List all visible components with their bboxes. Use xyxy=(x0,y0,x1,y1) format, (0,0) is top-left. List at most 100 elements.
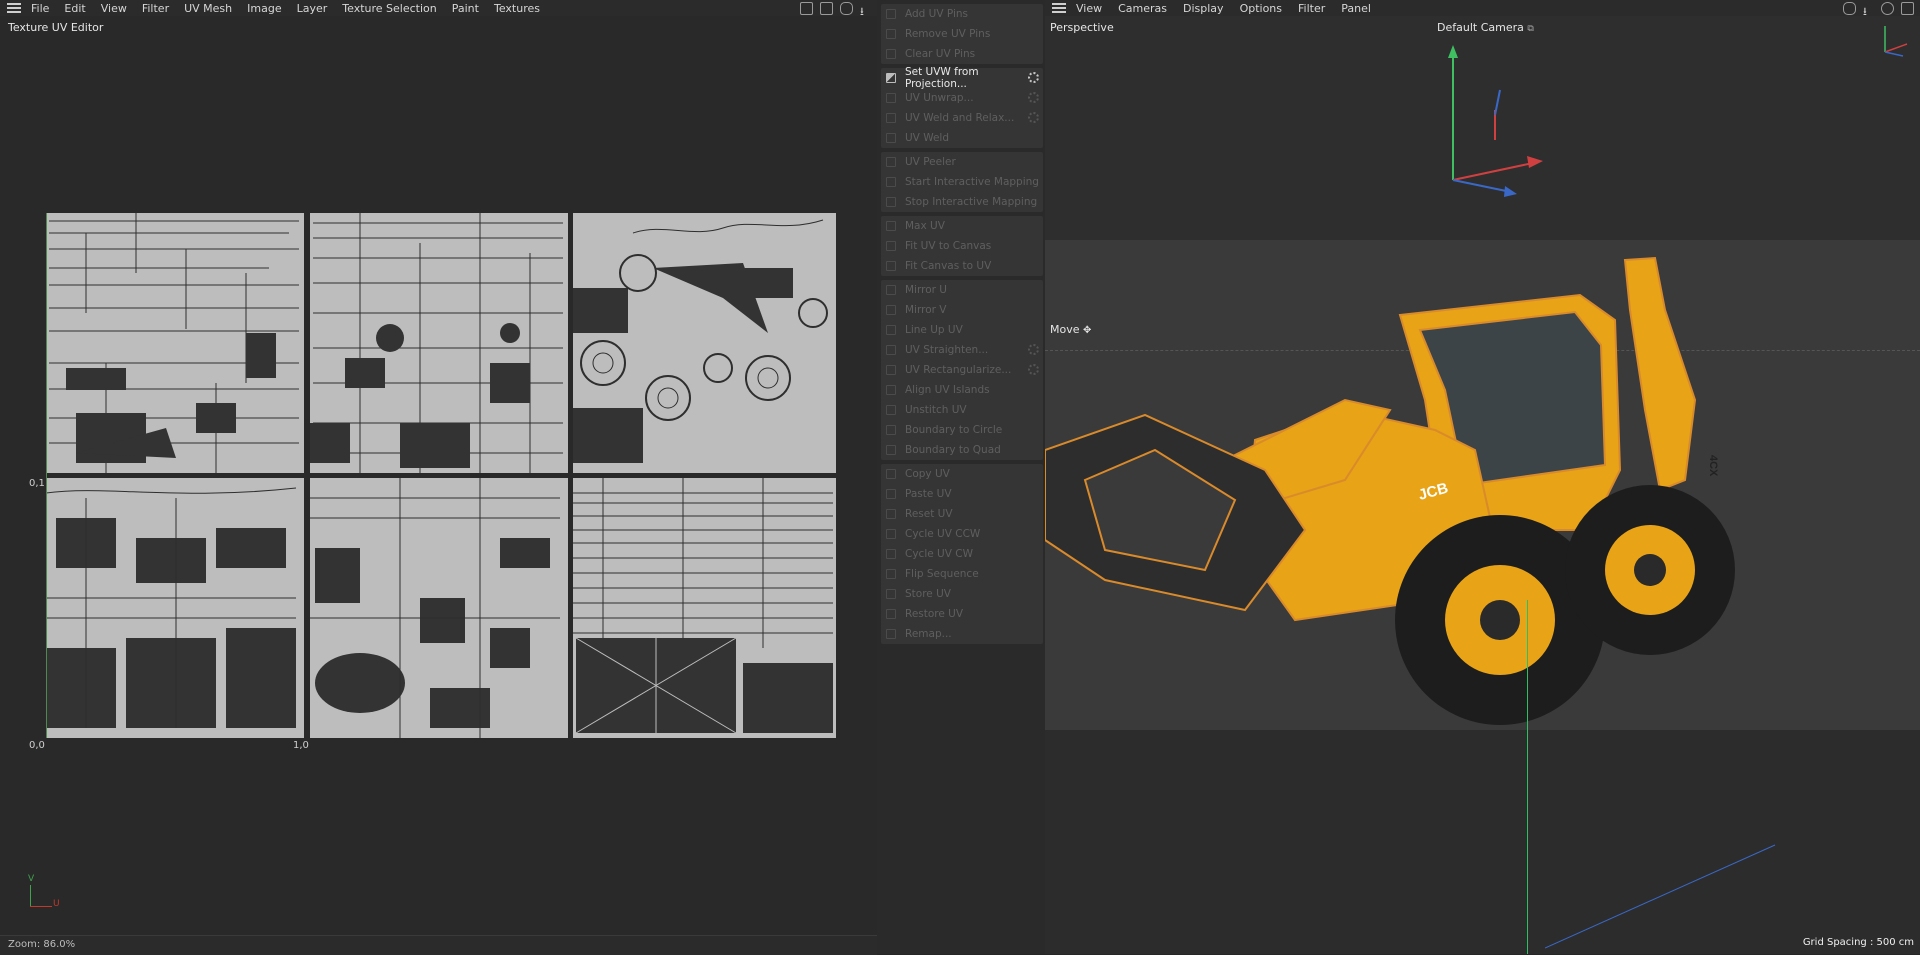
menu-image[interactable]: Image xyxy=(247,2,281,15)
vp-menu-cameras[interactable]: Cameras xyxy=(1118,2,1167,15)
down-arrow-icon[interactable]: ⭳ xyxy=(1863,3,1874,18)
vp-menu-options[interactable]: Options xyxy=(1240,2,1282,15)
command-label: Reset UV xyxy=(905,508,953,520)
uv-tile-1 xyxy=(46,213,304,473)
histogram-icon[interactable] xyxy=(800,1,813,15)
command-fit-canvas-to-uv[interactable]: Fit Canvas to UV xyxy=(881,256,1043,276)
command-cycle-uv-cw[interactable]: Cycle UV CW xyxy=(881,544,1043,564)
command-unstitch-uv[interactable]: Unstitch UV xyxy=(881,400,1043,420)
menu-hamburger-icon[interactable] xyxy=(7,3,21,13)
command-start-interactive-mapping[interactable]: Start Interactive Mapping xyxy=(881,172,1043,192)
gear-icon[interactable] xyxy=(1028,364,1039,375)
backhoe-loader-model[interactable]: JCB 4CX xyxy=(1045,250,1765,730)
command-uv-straighten[interactable]: UV Straighten... xyxy=(881,340,1043,360)
command-uv-unwrap[interactable]: UV Unwrap... xyxy=(881,88,1043,108)
command-boundary-to-quad[interactable]: Boundary to Quad xyxy=(881,440,1043,460)
command-label: Add UV Pins xyxy=(905,8,969,20)
command-label: Mirror V xyxy=(905,304,947,316)
command-icon xyxy=(886,529,896,539)
command-label: Store UV xyxy=(905,588,951,600)
command-icon xyxy=(886,345,896,355)
command-line-up-uv[interactable]: Line Up UV xyxy=(881,320,1043,340)
command-add-uv-pins[interactable]: Add UV Pins xyxy=(881,4,1043,24)
lock-icon[interactable] xyxy=(820,1,833,15)
menu-view[interactable]: View xyxy=(101,2,127,15)
menu-layer[interactable]: Layer xyxy=(297,2,328,15)
model-decal: 4CX xyxy=(1707,455,1719,477)
command-fit-uv-to-canvas[interactable]: Fit UV to Canvas xyxy=(881,236,1043,256)
command-store-uv[interactable]: Store UV xyxy=(881,584,1043,604)
vp-menu-display[interactable]: Display xyxy=(1183,2,1224,15)
command-group: Set UVW from Projection... UV Unwrap... UV… xyxy=(881,66,1043,148)
front-wheel xyxy=(1565,485,1735,655)
gear-icon[interactable] xyxy=(1028,112,1039,123)
command-icon xyxy=(886,325,896,335)
command-icon xyxy=(886,445,896,455)
viewport-hamburger-icon[interactable] xyxy=(1052,3,1066,13)
command-paste-uv[interactable]: Paste UV xyxy=(881,484,1043,504)
command-uv-rectangularize[interactable]: UV Rectangularize... xyxy=(881,360,1043,380)
rotate-icon[interactable] xyxy=(1881,1,1894,15)
command-label: Flip Sequence xyxy=(905,568,979,580)
command-label: Remove UV Pins xyxy=(905,28,991,40)
uv-tile-6 xyxy=(573,478,836,738)
command-label: Boundary to Circle xyxy=(905,424,1003,436)
command-cycle-uv-ccw[interactable]: Cycle UV CCW xyxy=(881,524,1043,544)
maximize-icon[interactable] xyxy=(1901,1,1914,15)
command-icon xyxy=(886,241,896,251)
command-uv-peeler[interactable]: UV Peeler xyxy=(881,152,1043,172)
command-align-uv-islands[interactable]: Align UV Islands xyxy=(881,380,1043,400)
command-flip-sequence[interactable]: Flip Sequence xyxy=(881,564,1043,584)
command-icon xyxy=(886,113,896,123)
command-group: Copy UV Paste UV Reset UV Cycle UV CCW Cycle… xyxy=(881,464,1043,644)
coord-v-label: 0,1 xyxy=(29,478,45,489)
command-set-uvw-from-projection[interactable]: Set UVW from Projection... xyxy=(881,66,1043,90)
command-icon xyxy=(886,93,896,103)
command-mirror-v[interactable]: Mirror V xyxy=(881,300,1043,320)
vp-menu-filter[interactable]: Filter xyxy=(1298,2,1325,15)
command-uv-weld-and-relax[interactable]: UV Weld and Relax... xyxy=(881,108,1043,128)
command-copy-uv[interactable]: Copy UV xyxy=(881,464,1043,484)
vp-menu-view[interactable]: View xyxy=(1076,2,1102,15)
gear-icon[interactable] xyxy=(1028,344,1039,355)
move-gizmo-y-axis[interactable] xyxy=(1527,600,1528,954)
command-label: Restore UV xyxy=(905,608,964,620)
command-boundary-to-circle[interactable]: Boundary to Circle xyxy=(881,420,1043,440)
move-gizmo-z-axis[interactable] xyxy=(1545,840,1785,950)
hand-icon[interactable] xyxy=(840,1,853,15)
command-clear-uv-pins[interactable]: Clear UV Pins xyxy=(881,44,1043,64)
command-remove-uv-pins[interactable]: Remove UV Pins xyxy=(881,24,1043,44)
menu-uv-mesh[interactable]: UV Mesh xyxy=(184,2,232,15)
command-icon xyxy=(886,285,896,295)
command-icon xyxy=(886,221,896,231)
command-stop-interactive-mapping[interactable]: Stop Interactive Mapping xyxy=(881,192,1043,212)
menu-paint[interactable]: Paint xyxy=(452,2,479,15)
uv-commands-panel: Add UV Pins Remove UV Pins Clear UV Pins Se… xyxy=(877,0,1045,954)
command-restore-uv[interactable]: Restore UV xyxy=(881,604,1043,624)
uv-canvas[interactable] xyxy=(46,213,836,738)
menu-textures[interactable]: Textures xyxy=(494,2,540,15)
command-remap[interactable]: Remap... xyxy=(881,624,1043,644)
gear-icon[interactable] xyxy=(1028,92,1039,103)
command-label: Align UV Islands xyxy=(905,384,990,396)
command-icon xyxy=(886,29,896,39)
command-label: Line Up UV xyxy=(905,324,963,336)
viewport-panel[interactable]: View Cameras Display Options Filter Pane… xyxy=(1045,0,1920,954)
camera-name[interactable]: Default Camera ⧉ xyxy=(1437,21,1534,34)
uv-tile-2 xyxy=(310,213,568,473)
command-max-uv[interactable]: Max UV xyxy=(881,216,1043,236)
hand-icon[interactable] xyxy=(1843,1,1856,15)
vp-menu-panel[interactable]: Panel xyxy=(1341,2,1371,15)
command-uv-weld[interactable]: UV Weld xyxy=(881,128,1043,148)
menu-file[interactable]: File xyxy=(31,2,49,15)
gear-icon[interactable] xyxy=(1028,72,1039,83)
command-mirror-u[interactable]: Mirror U xyxy=(881,280,1043,300)
down-arrow-icon[interactable]: ⭳ xyxy=(860,3,871,18)
command-reset-uv[interactable]: Reset UV xyxy=(881,504,1043,524)
uv-gizmo-v-label: V xyxy=(28,874,35,884)
command-label: Cycle UV CCW xyxy=(905,528,981,540)
menu-filter[interactable]: Filter xyxy=(142,2,169,15)
v-axis-line xyxy=(46,213,47,738)
menu-edit[interactable]: Edit xyxy=(64,2,85,15)
menu-texture-selection[interactable]: Texture Selection xyxy=(342,2,436,15)
